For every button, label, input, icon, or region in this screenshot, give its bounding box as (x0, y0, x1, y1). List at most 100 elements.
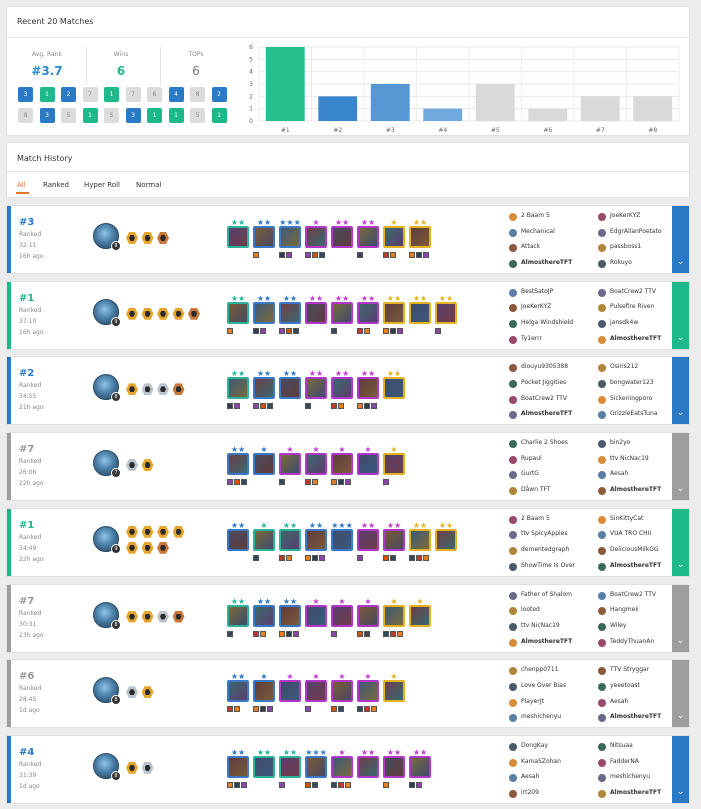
player-name[interactable]: BoatCrew2 TTV (610, 288, 656, 295)
player-name[interactable]: VUA TRO CHII (610, 530, 651, 537)
player-name[interactable]: yeeetoast (610, 682, 640, 689)
match-card[interactable]: #2 Ranked 34:55 21h ago 8 ★★ ★★ ★★ ★★ ★★ ★★ ★★ diouy… (6, 356, 690, 426)
champion-portrait[interactable] (331, 604, 353, 627)
champion-portrait[interactable] (253, 226, 275, 248)
champion-portrait[interactable] (409, 604, 431, 627)
champion-portrait[interactable] (383, 301, 405, 324)
match-card[interactable]: #1 Ranked 37:10 16h ago 9 ★★ ★★ ★★ ★★ ★★ ★★ ★★ ★★ ★★ B… (6, 280, 690, 350)
champion-portrait[interactable] (279, 377, 301, 400)
player-name[interactable]: EdgrAllanPoetato (610, 228, 662, 235)
player-name[interactable]: GrizzleEatsTuna (610, 410, 657, 417)
champion-portrait[interactable] (383, 226, 405, 248)
champion-portrait[interactable] (279, 301, 301, 324)
match-card[interactable]: #3 Ranked 32:11 16h ago 8 ★★ ★★ ★★★ ★ ★★ ★★ ★ ★★ 2 Ba… (6, 205, 690, 274)
champion-portrait[interactable] (253, 680, 275, 703)
match-card[interactable]: #7 Ranked 30:31 23h ago 8 ★★ ★★ ★★ ★ ★ ★ ★ ★ Father o… (6, 583, 690, 653)
champion-portrait[interactable] (253, 528, 275, 551)
champion-portrait[interactable] (279, 226, 301, 248)
player-name[interactable]: AlmosthereTFT (610, 486, 661, 493)
champion-portrait[interactable] (331, 377, 353, 400)
champion-portrait[interactable] (279, 453, 301, 476)
champion-portrait[interactable] (357, 377, 379, 400)
champion-portrait[interactable] (383, 755, 405, 778)
match-card[interactable]: #6 Ranked 28:45 1d ago 8 ★★ ★ ★ ★ ★ ★ ★ chenpp0711 Lo… (6, 659, 690, 729)
player-name[interactable]: Dåwn TFT (521, 486, 551, 493)
champion-portrait[interactable] (409, 755, 431, 778)
champion-portrait[interactable] (357, 226, 379, 248)
player-name[interactable]: Charlie 2 Shoes (521, 439, 568, 446)
filter-tab-all[interactable]: All (17, 181, 26, 189)
champion-portrait[interactable] (227, 301, 249, 324)
player-name[interactable]: SinKittyCat (610, 515, 643, 522)
champion-portrait[interactable] (227, 680, 249, 703)
champion-portrait[interactable] (227, 755, 249, 778)
match-card[interactable]: #7 Ranked 26:06 22h ago 7 ★★ ★ ★ ★ ★ ★ ★ Charlie 2 S… (6, 432, 690, 502)
match-card[interactable]: #4 Ranked 31:39 1d ago 8 ★★ ★★ ★★ ★★★ ★ ★★ ★★ ★★ Dong… (6, 734, 690, 804)
champion-portrait[interactable] (357, 755, 379, 778)
champion-portrait[interactable] (383, 377, 405, 400)
player-name[interactable]: bongwater123 (610, 379, 654, 386)
champion-portrait[interactable] (357, 680, 379, 703)
filter-tab-hyper-roll[interactable]: Hyper Roll (84, 181, 120, 189)
player-name[interactable]: Pulsefire Riven (610, 303, 654, 310)
champion-portrait[interactable] (305, 755, 327, 778)
player-name[interactable]: TTV Stryggar (610, 666, 649, 673)
player-name[interactable]: Rokuyo (610, 259, 632, 266)
champion-portrait[interactable] (331, 453, 353, 476)
expand-button[interactable]: ⌄ (672, 584, 689, 652)
player-name[interactable]: Nitsuaa (610, 742, 633, 749)
champion-portrait[interactable] (227, 528, 249, 551)
champion-portrait[interactable] (409, 301, 431, 324)
champion-portrait[interactable] (227, 453, 249, 476)
player-name[interactable]: passboss1 (610, 243, 641, 250)
player-name[interactable]: BoatCrew2 TTV (610, 591, 656, 598)
player-name[interactable]: BoatCrew2 TTV (521, 395, 567, 402)
match-card[interactable]: #1 Ranked 34:49 22h ago 9 ★★ ★ ★★ ★★ ★★★ ★★ ★★ ★★ ★★ 2… (6, 507, 690, 577)
expand-button[interactable]: ⌄ (672, 508, 689, 576)
champion-portrait[interactable] (305, 528, 327, 551)
champion-portrait[interactable] (253, 301, 275, 324)
champion-portrait[interactable] (383, 680, 405, 703)
champion-portrait[interactable] (253, 377, 275, 400)
champion-portrait[interactable] (253, 453, 275, 476)
player-name[interactable]: DeliciousMilkGG (610, 546, 659, 553)
player-name[interactable]: KamaSZohan (521, 758, 561, 765)
player-name[interactable]: AlmosthereTFT (610, 562, 661, 569)
player-name[interactable]: Pocket Jiggities (521, 379, 566, 386)
champion-portrait[interactable] (331, 755, 353, 778)
champion-portrait[interactable] (331, 680, 353, 703)
player-name[interactable]: diouyu9305388 (521, 363, 568, 370)
champion-portrait[interactable] (305, 377, 327, 400)
champion-portrait[interactable] (279, 528, 301, 551)
player-name[interactable]: ttv NicNac19 (610, 455, 649, 462)
player-name[interactable]: DongKay (521, 742, 548, 749)
player-name[interactable]: Love Over Bias (521, 682, 566, 689)
player-name[interactable]: Aesah (521, 773, 539, 780)
expand-button[interactable]: ⌄ (672, 735, 689, 803)
player-name[interactable]: chenpp0711 (521, 666, 558, 673)
champion-portrait[interactable] (305, 604, 327, 627)
player-name[interactable]: 2 Baam 5 (521, 212, 550, 219)
expand-button[interactable]: ⌄ (672, 660, 689, 728)
champion-portrait[interactable] (435, 528, 457, 551)
expand-button[interactable]: ⌄ (672, 281, 689, 349)
champion-portrait[interactable] (331, 301, 353, 324)
player-name[interactable]: Aesah (610, 470, 628, 477)
player-name[interactable]: AlmosthereTFT (610, 789, 661, 796)
filter-tab-ranked[interactable]: Ranked (43, 181, 69, 189)
champion-portrait[interactable] (253, 755, 275, 778)
player-name[interactable]: AlmosthereTFT (610, 713, 661, 720)
champion-portrait[interactable] (227, 226, 249, 248)
expand-button[interactable]: ⌄ (672, 357, 689, 425)
expand-button[interactable]: ⌄ (672, 433, 689, 501)
player-name[interactable]: Wiley (610, 622, 626, 629)
champion-portrait[interactable] (409, 528, 431, 551)
player-name[interactable]: ttv SpicyApples (521, 530, 568, 537)
player-name[interactable]: PlayerJt (521, 698, 544, 705)
champion-portrait[interactable] (305, 301, 327, 324)
player-name[interactable]: Ty1errr (521, 335, 542, 342)
player-name[interactable]: Attack (521, 243, 540, 250)
player-name[interactable]: ttv NicNac19 (521, 622, 560, 629)
champion-portrait[interactable] (383, 528, 405, 551)
champion-portrait[interactable] (383, 604, 405, 627)
